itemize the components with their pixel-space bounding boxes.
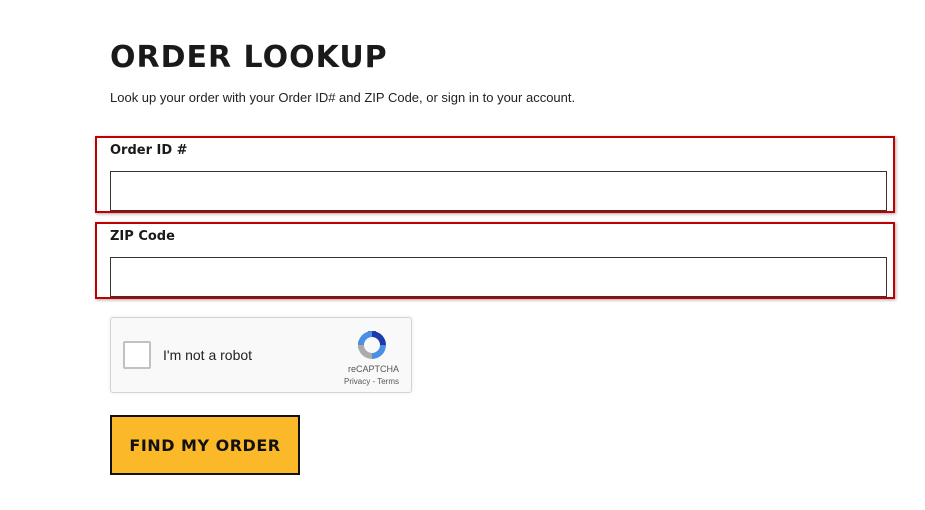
order-id-input[interactable] (110, 171, 887, 211)
order-id-field-group: Order ID # (95, 136, 895, 213)
recaptcha-checkbox[interactable] (123, 341, 151, 369)
page-subtitle: Look up your order with your Order ID# a… (110, 90, 576, 105)
zip-code-field-group: ZIP Code (95, 222, 895, 299)
zip-code-label: ZIP Code (110, 229, 175, 244)
recaptcha-checkbox-label: I'm not a robot (163, 347, 253, 363)
page-title: ORDER LOOKUP (110, 40, 388, 75)
order-id-label: Order ID # (110, 143, 188, 158)
zip-code-input[interactable] (110, 257, 887, 297)
recaptcha-terms-link[interactable]: Terms (377, 377, 399, 386)
recaptcha-logo-icon (358, 331, 386, 359)
recaptcha-privacy-link[interactable]: Privacy (344, 377, 370, 386)
recaptcha-links: Privacy - Terms (344, 377, 399, 386)
find-my-order-button[interactable]: FIND MY ORDER (110, 415, 300, 475)
recaptcha-brand: reCAPTCHA (347, 364, 399, 374)
recaptcha-widget: I'm not a robot reCAPTCHA Privacy - Term… (110, 317, 412, 393)
